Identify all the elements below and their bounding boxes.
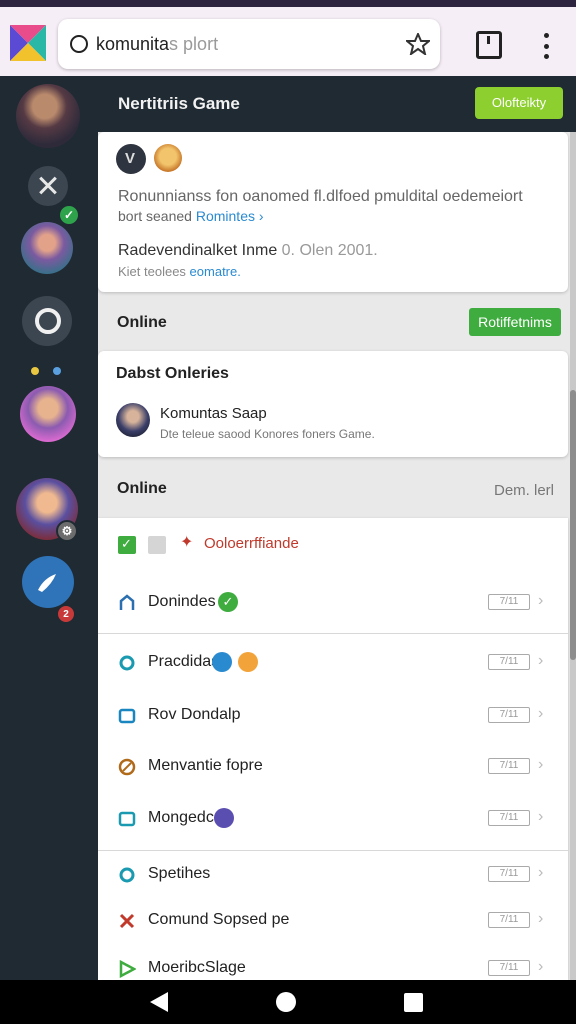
channel-title: Nertitriis Game — [118, 94, 240, 113]
list-header-row[interactable]: ✦ Ooloerrffiande — [98, 518, 568, 572]
orange-badge-icon — [238, 652, 258, 672]
online-list-right-label[interactable]: Dem. lerl — [494, 482, 554, 499]
row-count-pill: 7/11 — [488, 707, 530, 723]
chevron-right-icon[interactable]: › — [538, 652, 543, 670]
announcement-link[interactable]: Romintes › — [196, 208, 264, 224]
channel-panel: Ronunnianss fon oanomed fl.dlfoed pmuldi… — [98, 132, 570, 980]
community-name: Komuntas Saap — [160, 405, 267, 422]
header-action-button[interactable]: Olofteikty — [475, 87, 563, 119]
recent-apps-icon[interactable] — [404, 993, 423, 1012]
notification-count-badge: 2 — [56, 604, 76, 624]
chevron-right-icon[interactable]: › — [538, 705, 543, 723]
row-count-pill: 7/11 — [488, 810, 530, 826]
online-members-list: ✦ Ooloerrffiande Donindes ✓ 7/11 › Pracd… — [98, 518, 568, 980]
list-header-label: Ooloerrffiande — [204, 535, 299, 552]
search-circle-icon — [70, 35, 88, 53]
list-item[interactable]: Mongedc 7/11 › — [98, 794, 568, 844]
row-count-pill: 7/11 — [488, 654, 530, 670]
url-text[interactable]: komunitas plort — [96, 34, 218, 55]
list-item[interactable]: Donindes ✓ 7/11 › — [98, 578, 568, 628]
unread-dot-yellow — [31, 367, 39, 375]
list-item[interactable]: Menvantie fopre 7/11 › — [98, 742, 568, 792]
checkbox-checked-icon[interactable] — [118, 536, 136, 554]
list-item[interactable]: Comund Sopsed pe 7/11 › — [98, 896, 568, 946]
home-icon[interactable] — [276, 992, 296, 1012]
community-logo-icon — [116, 144, 146, 174]
list-item[interactable]: Spetihes 7/11 › — [98, 850, 568, 900]
red-marker-icon: ✦ — [180, 534, 194, 551]
chevron-right-icon[interactable]: › — [538, 864, 543, 882]
server-avatar-3[interactable] — [20, 386, 76, 442]
divider — [98, 633, 568, 634]
community-avatar — [116, 403, 150, 437]
chevron-right-icon[interactable]: › — [538, 808, 543, 826]
avatar-badge-icon — [214, 808, 234, 828]
list-item[interactable]: MoeribcSlage 7/11 › — [98, 944, 568, 980]
compass-icon — [118, 758, 136, 776]
chevron-right-icon[interactable]: › — [538, 592, 543, 610]
unread-dot-blue — [53, 367, 61, 375]
overflow-menu-icon[interactable] — [540, 33, 552, 59]
blue-badge-icon — [212, 652, 232, 672]
back-icon[interactable] — [150, 992, 168, 1012]
server-avatar-2[interactable] — [21, 222, 73, 274]
online-list-title: Online — [117, 480, 167, 497]
discover-icon[interactable] — [22, 296, 72, 346]
circle-icon — [119, 867, 135, 883]
tabs-switcher-icon[interactable] — [476, 31, 502, 59]
channel-header: Nertitriis Game Olofteikty — [98, 76, 576, 132]
latest-activity-card[interactable]: Dabst Onleries Komuntas Saap Dte teleue … — [98, 351, 568, 457]
announcement-footnote: Kiet teolees eomatre. — [118, 264, 241, 279]
screen-icon — [118, 708, 136, 724]
screen-icon — [118, 811, 136, 827]
circle-icon — [119, 655, 135, 671]
server-rail: ✓ ⚙ 2 — [0, 76, 98, 980]
row-count-pill: 7/11 — [488, 866, 530, 882]
online-section-title: Online — [117, 314, 167, 331]
row-count-pill: 7/11 — [488, 912, 530, 928]
house-icon — [119, 594, 135, 610]
browser-toolbar: komunitas plort — [0, 0, 576, 76]
member-avatar-icon — [154, 144, 182, 172]
cross-icon — [119, 913, 135, 929]
announcement-event: Radevendinalket Inme 0. Olen 2001. — [118, 242, 378, 259]
add-server-icon[interactable] — [22, 556, 74, 608]
chevron-right-icon[interactable]: › — [538, 910, 543, 928]
checkbox-unchecked-icon[interactable] — [148, 536, 166, 554]
latest-title: Dabst Onleries — [116, 365, 229, 382]
system-nav-bar — [0, 980, 576, 1024]
notifications-button[interactable]: Rotiffetnims — [469, 308, 561, 336]
bookmark-star-icon[interactable] — [406, 33, 430, 55]
list-item[interactable]: Rov Dondalp 7/11 › — [98, 691, 568, 741]
server-avatar-1[interactable] — [16, 84, 80, 148]
row-count-pill: 7/11 — [488, 594, 530, 610]
footnote-link[interactable]: eomatre. — [190, 264, 241, 279]
scrollbar-thumb[interactable] — [570, 390, 576, 660]
verified-icon: ✓ — [218, 592, 238, 612]
announcement-text: Ronunnianss fon oanomed fl.dlfoed pmuldi… — [118, 188, 523, 205]
list-item[interactable]: Pracdidas 7/11 › — [98, 638, 568, 688]
row-count-pill: 7/11 — [488, 758, 530, 774]
url-bar[interactable]: komunitas plort — [58, 19, 440, 69]
settings-badge-icon: ⚙ — [56, 520, 78, 542]
app-logo-icon[interactable] — [10, 25, 46, 61]
announcement-card[interactable]: Ronunnianss fon oanomed fl.dlfoed pmuldi… — [98, 132, 568, 292]
community-subtitle: Dte teleue saood Konores foners Game. — [160, 427, 375, 441]
announcement-text-2: bort seaned Romintes › — [118, 208, 264, 224]
chevron-right-icon[interactable]: › — [538, 958, 543, 976]
play-icon — [119, 960, 136, 978]
row-count-pill: 7/11 — [488, 960, 530, 976]
close-icon[interactable] — [28, 166, 68, 206]
online-status-badge: ✓ — [58, 204, 80, 226]
chevron-right-icon[interactable]: › — [538, 756, 543, 774]
